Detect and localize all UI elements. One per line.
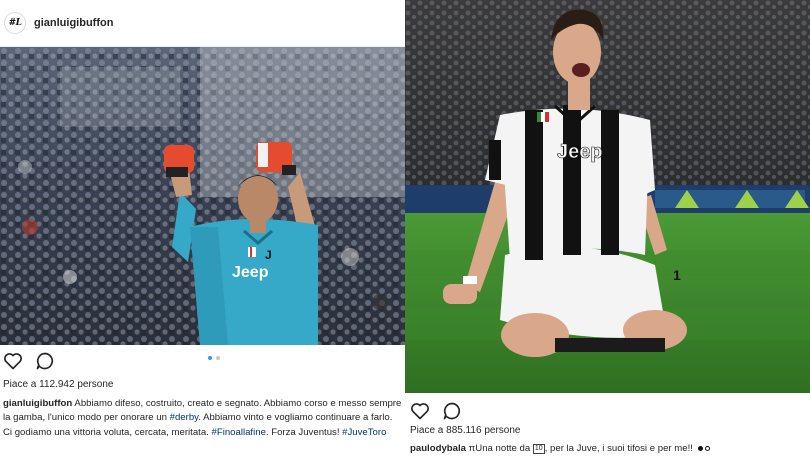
caption-text: , per la Juve, i suoi tifosi e per me!! [544, 443, 696, 454]
post-caption: gianluigibuffon Abbiamo difeso, costruit… [3, 397, 403, 440]
likes-count[interactable]: Piace a 885.116 persone [410, 425, 520, 436]
caption-username[interactable]: paulodybala [410, 443, 466, 454]
instagram-post-buffon: #L gianluigibuffon J Jeep Piace a 112.94… [0, 0, 405, 456]
white-circle-emoji [704, 446, 710, 451]
likes-count[interactable]: Piace a 112.942 persone [3, 379, 113, 390]
comment-icon[interactable] [35, 351, 55, 371]
heart-icon[interactable] [3, 351, 23, 371]
post-photo[interactable]: J Jeep [0, 47, 405, 345]
jersey-sponsor: Jeep [232, 264, 269, 281]
caption-username[interactable]: gianluigibuffon [3, 398, 72, 409]
dybala-celebration-image: Jeep 1 [405, 0, 810, 393]
post-header: #L gianluigibuffon [0, 0, 405, 47]
carousel-dot-active[interactable] [208, 356, 212, 360]
number-ten-box-emoji: 10 [532, 444, 545, 454]
instagram-post-dybala: Jeep 1 Piace a 885.116 persone paulodyba… [405, 0, 810, 456]
post-username[interactable]: gianluigibuffon [34, 17, 113, 29]
avatar[interactable]: #L [4, 12, 26, 34]
post-caption: paulodybala πUna notte da 10, per la Juv… [410, 443, 810, 454]
jersey-sponsor: Jeep [557, 141, 603, 163]
hashtag-juvetoro[interactable]: #JuveToro [342, 427, 386, 438]
avatar-monogram: #L [8, 18, 22, 28]
hashtag-finoallafine[interactable]: #Finoallafine [212, 427, 266, 438]
juventus-logo: J [265, 248, 272, 262]
comment-icon[interactable] [442, 401, 462, 421]
hashtag-derby[interactable]: #derby [170, 412, 199, 423]
caption-text: Una notte da [475, 443, 533, 454]
buffon-celebration-image: J Jeep [0, 47, 405, 345]
post-actions [3, 351, 55, 371]
shorts-number: 1 [673, 267, 681, 283]
heart-icon[interactable] [410, 401, 430, 421]
carousel-indicator[interactable] [208, 356, 220, 360]
black-circle-emoji [697, 446, 703, 451]
carousel-dot[interactable] [216, 356, 220, 360]
post-photo[interactable]: Jeep 1 [405, 0, 810, 393]
caption-text: . Forza Juventus! [265, 426, 343, 438]
post-actions [410, 401, 462, 421]
